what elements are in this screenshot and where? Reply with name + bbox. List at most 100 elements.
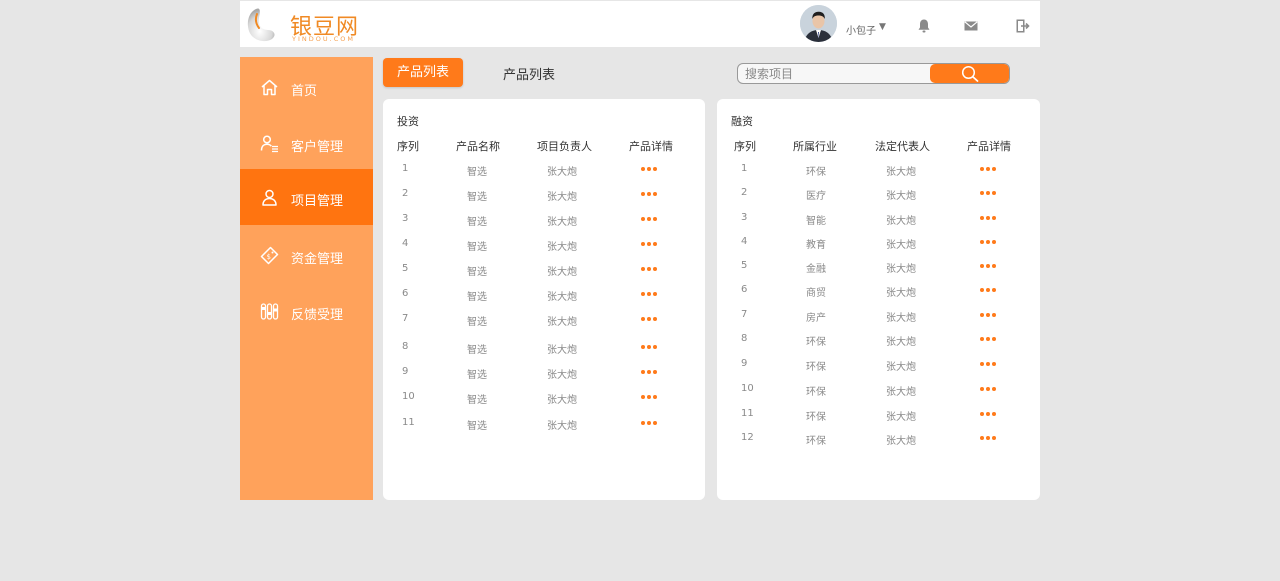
project-owner: 张大炮	[547, 370, 577, 381]
tab-product-list-active[interactable]: 产品列表	[383, 58, 463, 87]
sidebar-item-customers[interactable]: 客户管理	[240, 115, 373, 171]
legal-representative: 张大炮	[886, 167, 916, 178]
product-name: 智选	[467, 217, 487, 228]
legal-representative: 张大炮	[886, 362, 916, 373]
product-detail-more-icon[interactable]	[641, 217, 661, 223]
mail-icon[interactable]	[963, 18, 979, 34]
product-name: 智选	[467, 317, 487, 328]
legal-representative: 张大炮	[886, 264, 916, 275]
industry: 环保	[806, 387, 826, 398]
row-index: 8	[741, 333, 748, 344]
customer-icon	[260, 135, 278, 153]
row-index: 3	[402, 213, 409, 224]
row-index: 6	[741, 284, 748, 295]
product-detail-more-icon[interactable]	[641, 421, 661, 427]
product-detail-more-icon[interactable]	[980, 191, 1000, 197]
sidebar-item-label: 客户管理	[291, 140, 344, 155]
brand-logo[interactable]: 银豆网 YINDOU.COM	[246, 5, 376, 45]
logout-icon[interactable]	[1014, 18, 1030, 34]
product-detail-more-icon[interactable]	[980, 436, 1000, 442]
project-owner: 张大炮	[547, 292, 577, 303]
tab-product-list[interactable]: 产品列表	[503, 64, 555, 83]
row-index: 7	[741, 309, 748, 320]
row-index: 2	[402, 188, 409, 199]
column-header: 法定代表人	[875, 140, 930, 153]
legal-representative: 张大炮	[886, 412, 916, 423]
bean-logo-icon	[247, 8, 275, 42]
invest-panel: 投资 序列 产品名称 项目负责人 产品详情 1 智选 张大炮 2 智选 张大炮 3 智选 张大炮…	[383, 99, 705, 500]
legal-representative: 张大炮	[886, 216, 916, 227]
row-index: 10	[402, 391, 415, 402]
product-detail-more-icon[interactable]	[980, 167, 1000, 173]
user-portrait-icon	[800, 5, 837, 42]
product-detail-more-icon[interactable]	[641, 345, 661, 351]
username[interactable]: 小包子	[846, 22, 876, 37]
column-header: 产品详情	[967, 140, 1011, 153]
user-icon	[262, 189, 277, 206]
product-detail-more-icon[interactable]	[980, 240, 1000, 246]
industry: 金融	[806, 264, 826, 275]
search-input[interactable]	[738, 64, 931, 83]
product-detail-more-icon[interactable]	[641, 292, 661, 298]
column-header: 产品详情	[629, 140, 673, 153]
sidebar-item-label: 项目管理	[291, 194, 344, 209]
product-detail-more-icon[interactable]	[641, 370, 661, 376]
project-owner: 张大炮	[547, 192, 577, 203]
product-detail-more-icon[interactable]	[980, 288, 1000, 294]
chevron-down-icon[interactable]: ▼	[879, 22, 886, 32]
row-index: 1	[741, 163, 748, 174]
sidebar-item-label: 首页	[291, 84, 318, 99]
legal-representative: 张大炮	[886, 191, 916, 202]
column-header: 产品名称	[456, 140, 500, 153]
sidebar-item-feedback[interactable]: 反馈受理	[240, 283, 373, 339]
column-header: 项目负责人	[537, 140, 592, 153]
product-detail-more-icon[interactable]	[641, 167, 661, 173]
bell-icon[interactable]	[916, 18, 932, 34]
sidebar: 首页 客户管理 项目管理 $ 资金管理 反馈受理	[240, 57, 373, 500]
product-name: 智选	[467, 167, 487, 178]
legal-representative: 张大炮	[886, 240, 916, 251]
product-detail-more-icon[interactable]	[641, 317, 661, 323]
product-name: 智选	[467, 292, 487, 303]
legal-representative: 张大炮	[886, 436, 916, 447]
row-index: 8	[402, 341, 409, 352]
industry: 环保	[806, 362, 826, 373]
sidebar-item-projects[interactable]: 项目管理	[240, 169, 373, 225]
legal-representative: 张大炮	[886, 288, 916, 299]
row-index: 4	[402, 238, 409, 249]
product-detail-more-icon[interactable]	[641, 267, 661, 273]
project-owner: 张大炮	[547, 345, 577, 356]
product-detail-more-icon[interactable]	[980, 337, 1000, 343]
project-owner: 张大炮	[547, 242, 577, 253]
product-detail-more-icon[interactable]	[641, 192, 661, 198]
product-name: 智选	[467, 242, 487, 253]
product-detail-more-icon[interactable]	[980, 216, 1000, 222]
product-name: 智选	[467, 370, 487, 381]
sidebar-item-funds[interactable]: $ 资金管理	[240, 227, 373, 283]
project-owner: 张大炮	[547, 317, 577, 328]
industry: 环保	[806, 337, 826, 348]
product-detail-more-icon[interactable]	[980, 387, 1000, 393]
sidebar-item-home[interactable]: 首页	[240, 59, 373, 115]
product-detail-more-icon[interactable]	[980, 313, 1000, 319]
column-header: 所属行业	[793, 140, 837, 153]
product-name: 智选	[467, 267, 487, 278]
column-header: 序列	[734, 140, 756, 153]
search-button[interactable]	[930, 64, 1009, 83]
product-name: 智选	[467, 345, 487, 356]
row-index: 12	[741, 432, 754, 443]
row-index: 9	[741, 358, 748, 369]
legal-representative: 张大炮	[886, 337, 916, 348]
avatar[interactable]	[800, 5, 837, 42]
product-detail-more-icon[interactable]	[641, 242, 661, 248]
row-index: 11	[741, 408, 754, 419]
row-index: 5	[402, 263, 409, 274]
money-tag-icon: $	[260, 246, 279, 265]
product-detail-more-icon[interactable]	[980, 264, 1000, 270]
brand-domain: YINDOU.COM	[292, 35, 355, 43]
product-name: 智选	[467, 192, 487, 203]
product-detail-more-icon[interactable]	[980, 362, 1000, 368]
product-detail-more-icon[interactable]	[641, 395, 661, 401]
row-index: 10	[741, 383, 754, 394]
product-detail-more-icon[interactable]	[980, 412, 1000, 418]
